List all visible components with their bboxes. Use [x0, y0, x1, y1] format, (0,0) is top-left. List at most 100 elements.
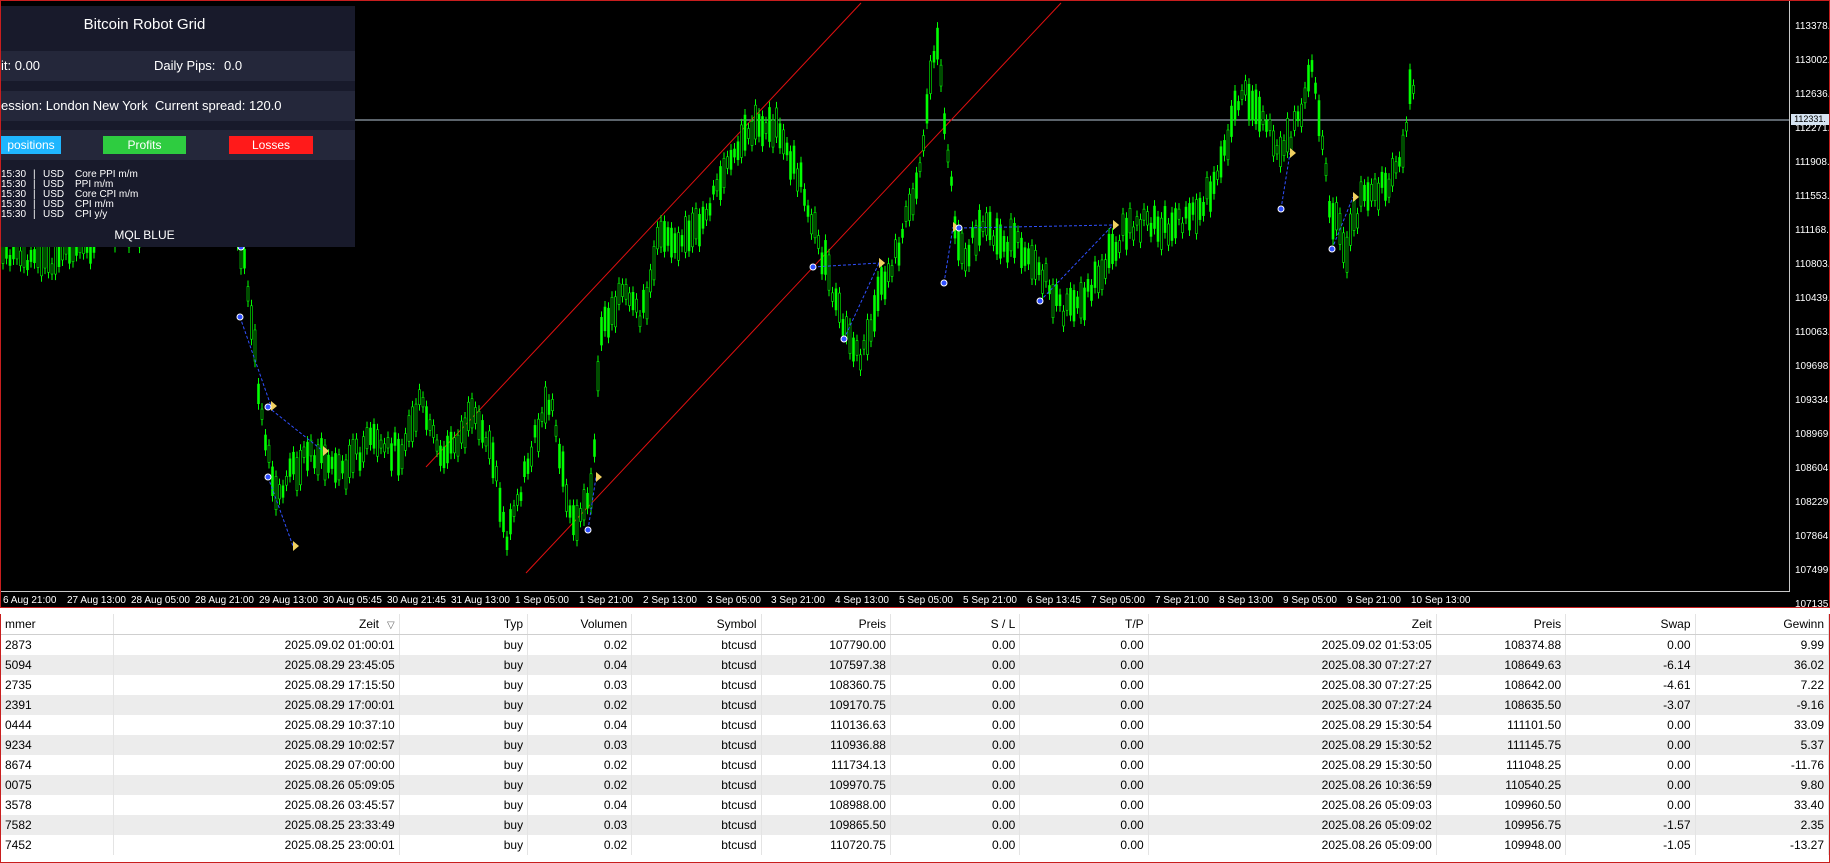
candle-body [418, 389, 421, 405]
table-row[interactable]: 5094 2025.08.29 23:45:05 buy 0.04 btcusd 1075… [1, 655, 1829, 675]
candle-body [708, 203, 712, 216]
table-cell: 0.00 [890, 695, 1021, 715]
table-cell: buy [399, 675, 529, 695]
table-row[interactable]: 7582 2025.08.25 23:33:49 buy 0.03 btcusd 1098… [1, 815, 1829, 835]
trade-entry-marker[interactable] [1036, 297, 1044, 305]
trade-entry-marker[interactable] [264, 473, 272, 481]
candle-body [792, 145, 796, 174]
table-cell: 0.00 [890, 775, 1021, 795]
table-cell: 0.00 [890, 795, 1021, 815]
trade-entry-marker[interactable] [236, 313, 244, 321]
column-header[interactable]: Zeit [1148, 614, 1437, 635]
price-label: 107499. [1795, 565, 1830, 576]
table-row[interactable]: 2735 2025.08.29 17:15:50 buy 0.03 btcusd 1083… [1, 675, 1829, 695]
table-row[interactable]: 7452 2025.08.25 23:00:01 buy 0.02 btcusd 1107… [1, 835, 1829, 855]
table-cell: 2025.09.02 01:53:05 [1148, 634, 1437, 655]
candle-body [852, 337, 855, 362]
time-label: 5 Sep 05:00 [899, 595, 953, 606]
trade-entry-marker[interactable] [840, 335, 848, 343]
candle-body [929, 60, 932, 94]
candle-body [1331, 203, 1335, 240]
time-label: 5 Sep 21:00 [963, 595, 1017, 606]
candle-body [645, 287, 649, 320]
candle-body [299, 450, 302, 486]
candle-body [1181, 222, 1184, 233]
table-cell: 111048.25 [1436, 755, 1567, 775]
trade-exit-marker[interactable] [1290, 148, 1296, 158]
losses-button[interactable]: Losses [229, 136, 313, 154]
column-header[interactable]: Swap [1565, 614, 1696, 635]
trade-entry-marker[interactable] [264, 403, 272, 411]
table-cell: 0.00 [1019, 655, 1149, 675]
candle-body [1401, 134, 1405, 168]
candle-body [414, 403, 418, 432]
trade-entry-marker[interactable] [1277, 205, 1285, 213]
trade-entry-marker[interactable] [809, 263, 817, 271]
table-row[interactable]: 9234 2025.08.29 10:02:57 buy 0.03 btcusd 1109… [1, 735, 1829, 755]
time-label: 6 Aug 21:00 [3, 595, 57, 606]
candle-body [288, 458, 292, 477]
table-row[interactable]: 3578 2025.08.26 03:45:57 buy 0.04 btcusd 1089… [1, 795, 1829, 815]
trade-exit-marker[interactable] [1353, 192, 1359, 202]
table-cell: 2025.08.29 15:30:50 [1148, 755, 1437, 775]
time-label: 28 Aug 05:00 [131, 595, 190, 606]
candle-body [985, 212, 988, 236]
trade-entry-marker[interactable] [584, 526, 592, 534]
table-cell: btcusd [631, 795, 762, 815]
candle-body [950, 176, 953, 186]
candle-body [712, 185, 715, 195]
candle-body [1191, 202, 1195, 215]
column-header[interactable]: Gewinn [1695, 614, 1829, 635]
table-row[interactable]: 8674 2025.08.29 07:00:00 buy 0.02 btcusd 1117… [1, 755, 1829, 775]
trade-exit-marker[interactable] [271, 401, 277, 411]
trade-entry-marker[interactable] [1328, 245, 1336, 253]
candle-body [1048, 285, 1051, 295]
candle-body [806, 205, 810, 217]
profits-button[interactable]: Profits [103, 136, 186, 154]
candle-body [561, 451, 565, 487]
column-header[interactable]: Typ [399, 614, 529, 635]
table-cell: 2025.08.29 17:15:50 [113, 675, 400, 695]
candle-body [1086, 279, 1090, 292]
price-chart[interactable]: 113378. 113002. 112636. 112271. 111908. 11155… [0, 0, 1830, 608]
column-header[interactable]: Zeit ▽ [113, 614, 400, 635]
time-label: 10 Sep 13:00 [1411, 595, 1471, 606]
price-label: 111168. [1795, 225, 1829, 236]
candle-body [1317, 100, 1321, 136]
column-header[interactable]: Preis [761, 614, 891, 635]
table-row[interactable]: 0444 2025.08.29 10:37:10 buy 0.04 btcusd 1101… [1, 715, 1829, 735]
table-cell: 110720.75 [761, 835, 891, 855]
trade-entry-marker[interactable] [955, 224, 963, 232]
column-header[interactable]: Symbol [631, 614, 762, 635]
candle-body [1303, 87, 1307, 104]
candle-body [383, 443, 386, 453]
column-header[interactable]: T/P [1019, 614, 1149, 635]
table-cell: 108649.63 [1436, 655, 1567, 675]
candle-body [1296, 111, 1300, 122]
table-body: 2873 2025.09.02 01:00:01 buy 0.02 btcusd 1077… [1, 634, 1829, 855]
column-header[interactable]: Preis [1436, 614, 1567, 635]
table-row[interactable]: 2391 2025.08.29 17:00:01 buy 0.02 btcusd 1091… [1, 695, 1829, 715]
trade-exit-marker[interactable] [1113, 220, 1119, 230]
column-header-label: Zeit [359, 617, 380, 631]
trade-exit-marker[interactable] [596, 472, 602, 482]
candle-body [1037, 262, 1041, 275]
trade-exit-marker[interactable] [293, 541, 299, 551]
candle-body [435, 439, 439, 452]
table-row[interactable]: 0075 2025.08.26 05:09:05 buy 0.02 btcusd 1099… [1, 775, 1829, 795]
table-cell: 0.00 [1565, 775, 1696, 795]
table-cell: 2025.08.30 07:27:27 [1148, 655, 1437, 675]
column-header[interactable]: mmer [1, 614, 114, 635]
candle-body [1394, 161, 1398, 174]
trade-entry-marker[interactable] [940, 279, 948, 287]
table-cell: 107597.38 [761, 655, 891, 675]
candle-body [1335, 202, 1338, 231]
candle-body [1153, 205, 1156, 229]
candle-body [876, 276, 880, 311]
column-header[interactable]: Volumen [527, 614, 633, 635]
column-header[interactable]: S / L [890, 614, 1021, 635]
candle-body [726, 156, 729, 169]
table-row[interactable]: 2873 2025.09.02 01:00:01 buy 0.02 btcusd 1077… [1, 634, 1829, 655]
positions-button[interactable]: positions [1, 136, 61, 154]
candle-body [596, 361, 600, 392]
